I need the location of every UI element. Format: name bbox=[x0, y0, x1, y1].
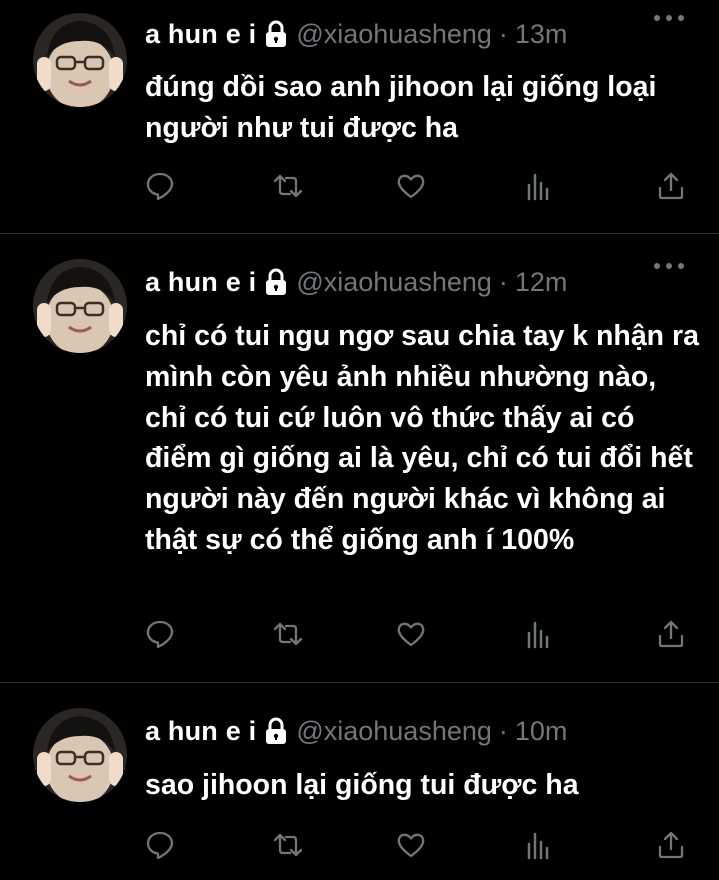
like-icon bbox=[397, 174, 425, 199]
tweet-time[interactable]: 12m bbox=[515, 267, 568, 298]
share-icon bbox=[658, 620, 684, 648]
avatar-photo bbox=[33, 13, 127, 107]
lock-icon bbox=[264, 717, 288, 745]
separator-dot: · bbox=[498, 266, 508, 297]
separator-dot: · bbox=[498, 18, 508, 49]
author-name[interactable]: a hun e i bbox=[145, 267, 256, 298]
analytics-icon bbox=[527, 173, 549, 201]
tweet-text: sao jihoon lại giống tui được ha bbox=[145, 769, 579, 801]
share-button[interactable] bbox=[651, 166, 691, 206]
retweet-icon bbox=[273, 174, 303, 198]
avatar-photo bbox=[33, 259, 127, 353]
reply-icon bbox=[146, 620, 174, 649]
author-handle[interactable]: @xiaohuasheng bbox=[296, 716, 492, 747]
like-button[interactable] bbox=[391, 614, 431, 654]
analytics-icon bbox=[527, 832, 549, 860]
share-button[interactable] bbox=[651, 614, 691, 654]
tweet[interactable]: a hun e i @xiaohuasheng · 12m chỉ có tui… bbox=[0, 234, 719, 681]
author-name[interactable]: a hun e i bbox=[145, 19, 256, 50]
analytics-icon bbox=[527, 621, 549, 649]
tweet[interactable]: a hun e i @xiaohuasheng · 13m đúng dồi s… bbox=[0, 0, 719, 233]
avatar-photo bbox=[33, 708, 127, 802]
lock-icon bbox=[264, 20, 288, 48]
avatar[interactable] bbox=[33, 13, 127, 107]
analytics-button[interactable] bbox=[519, 166, 559, 206]
reply-button[interactable] bbox=[140, 166, 180, 206]
author-name[interactable]: a hun e i bbox=[145, 716, 256, 747]
like-button[interactable] bbox=[391, 166, 431, 206]
tweet-text: chỉ có tui ngu ngơ sau chia tay k nhận r… bbox=[145, 320, 699, 556]
retweet-icon bbox=[273, 833, 303, 857]
retweet-button[interactable] bbox=[268, 166, 308, 206]
retweet-button[interactable] bbox=[268, 825, 308, 865]
author-handle[interactable]: @xiaohuasheng bbox=[296, 19, 492, 50]
analytics-button[interactable] bbox=[519, 614, 559, 654]
share-icon bbox=[658, 831, 684, 859]
reply-icon bbox=[146, 172, 174, 201]
avatar[interactable] bbox=[33, 259, 127, 353]
share-icon bbox=[658, 172, 684, 200]
more-icon[interactable] bbox=[651, 6, 687, 30]
tweet-time[interactable]: 13m bbox=[515, 19, 568, 50]
more-icon[interactable] bbox=[651, 254, 687, 278]
retweet-icon bbox=[273, 622, 303, 646]
reply-button[interactable] bbox=[140, 614, 180, 654]
like-icon bbox=[397, 833, 425, 858]
analytics-button[interactable] bbox=[519, 825, 559, 865]
separator-dot: · bbox=[498, 715, 508, 746]
reply-button[interactable] bbox=[140, 825, 180, 865]
avatar[interactable] bbox=[33, 708, 127, 802]
like-button[interactable] bbox=[391, 825, 431, 865]
share-button[interactable] bbox=[651, 825, 691, 865]
retweet-button[interactable] bbox=[268, 614, 308, 654]
lock-icon bbox=[264, 268, 288, 296]
tweet-time[interactable]: 10m bbox=[515, 716, 568, 747]
author-handle[interactable]: @xiaohuasheng bbox=[296, 267, 492, 298]
like-icon bbox=[397, 622, 425, 647]
tweet-text: đúng dồi sao anh jihoon lại giống loại n… bbox=[145, 71, 657, 144]
tweet[interactable]: a hun e i @xiaohuasheng · 10m sao jihoon… bbox=[0, 683, 719, 880]
reply-icon bbox=[146, 831, 174, 860]
